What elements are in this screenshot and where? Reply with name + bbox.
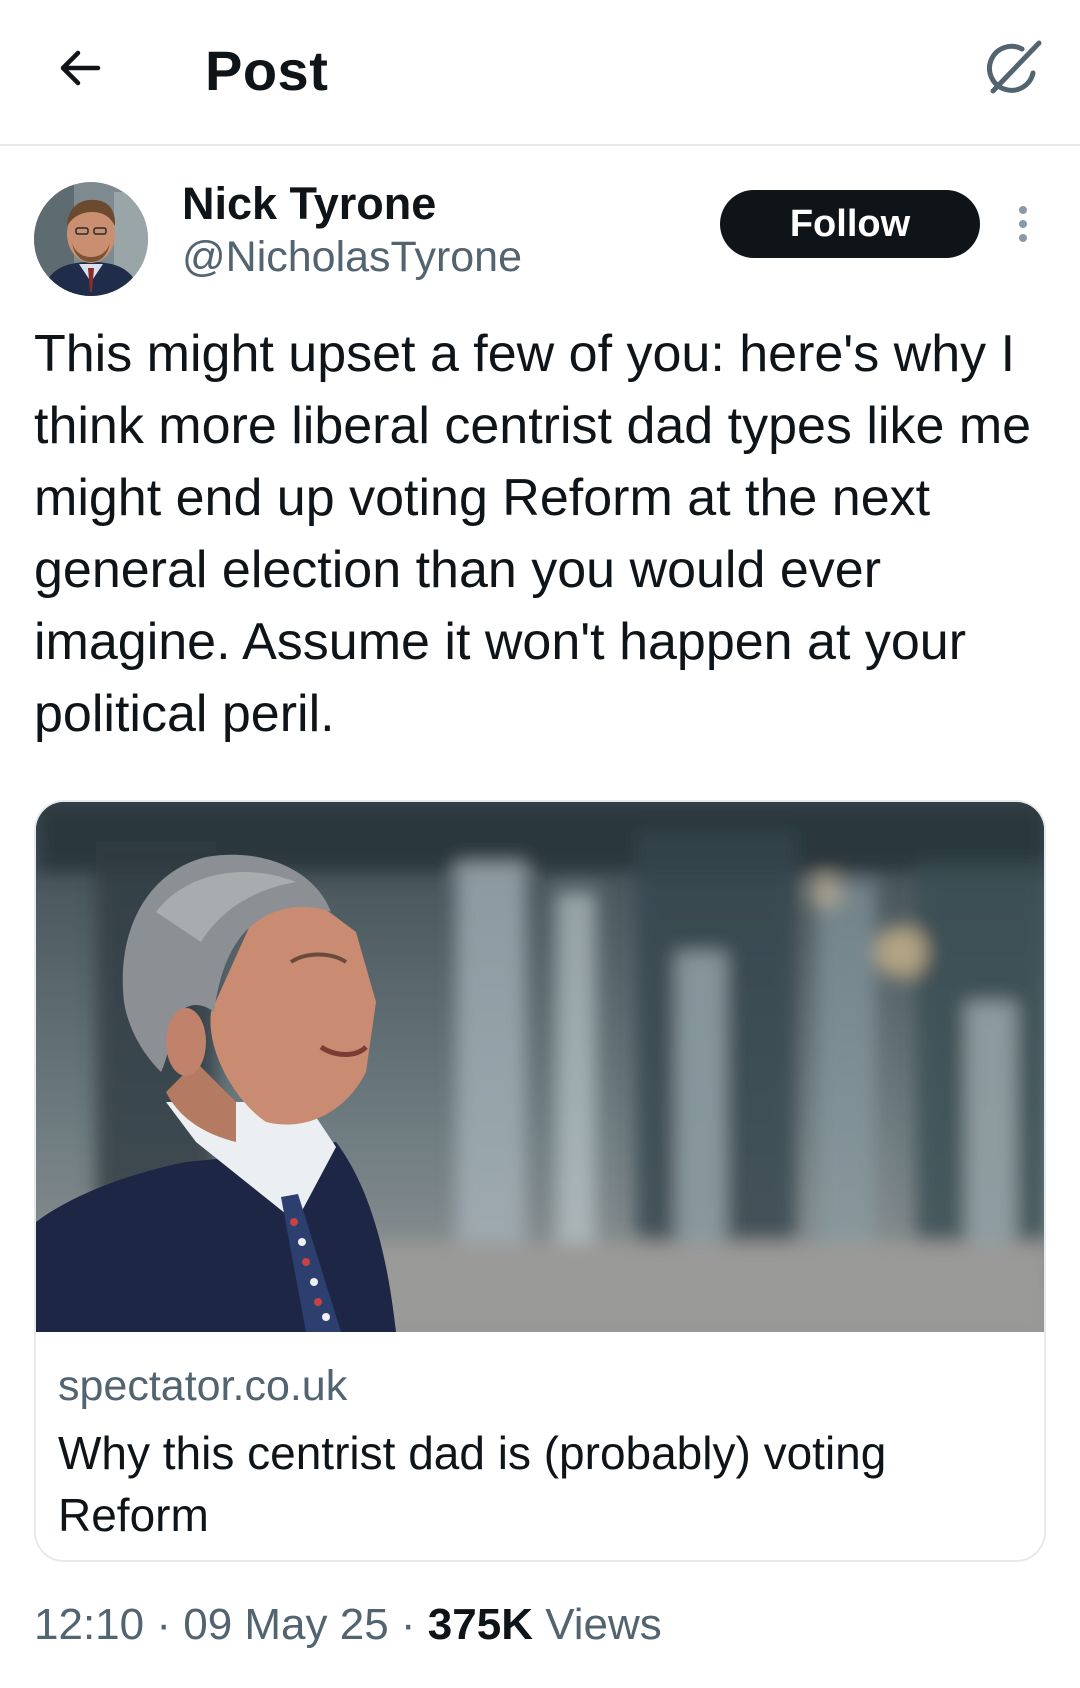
arrow-left-icon (60, 50, 101, 86)
post-metadata: 12:10 · 09 May 25 · 375K Views (34, 1600, 662, 1650)
back-button[interactable] (50, 38, 110, 98)
post-text: This might upset a few of you: here's wh… (34, 325, 1032, 743)
avatar[interactable] (34, 182, 148, 296)
grok-button[interactable] (978, 32, 1050, 104)
link-title: Why this centrist dad is (probably) voti… (58, 1427, 887, 1541)
post-date[interactable]: 09 May 25 (183, 1600, 388, 1649)
views-label: Views (545, 1600, 662, 1649)
top-bar: Post (0, 0, 1080, 146)
meta-separator: · (388, 1600, 428, 1649)
link-preview-card[interactable]: spectator.co.uk Why this centrist dad is… (34, 800, 1046, 1562)
more-options-button[interactable] (1005, 198, 1041, 250)
author-display-name[interactable]: Nick Tyrone (182, 178, 436, 230)
link-domain: spectator.co.uk (58, 1362, 348, 1410)
more-vertical-icon (1019, 206, 1027, 214)
follow-button[interactable]: Follow (720, 190, 980, 258)
page-title: Post (205, 39, 329, 102)
post-author: Nick Tyrone @NicholasTyrone Follow (0, 176, 1080, 296)
grok-slash-icon (987, 40, 1042, 94)
post-time[interactable]: 12:10 (34, 1600, 144, 1649)
author-handle[interactable]: @NicholasTyrone (182, 233, 522, 282)
views-count[interactable]: 375K (428, 1600, 533, 1649)
meta-separator: · (144, 1600, 184, 1649)
link-preview-image (36, 802, 1044, 1332)
